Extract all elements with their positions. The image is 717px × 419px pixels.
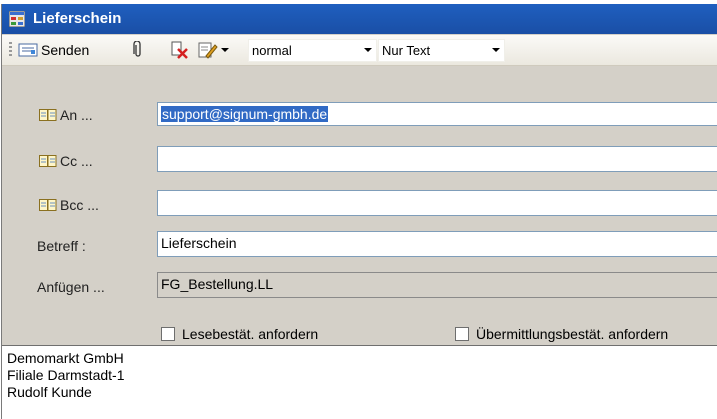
subject-label: Betreff : xyxy=(37,238,86,254)
body-line: Rudolf Kunde xyxy=(7,384,92,400)
window-title: Lieferschein xyxy=(33,10,122,27)
message-body[interactable]: Demomarkt GmbH Filiale Darmstadt-1 Rudol… xyxy=(2,345,717,419)
body-line: Filiale Darmstadt-1 xyxy=(7,367,125,383)
address-book-icon xyxy=(39,155,57,167)
chevron-down-icon xyxy=(221,48,229,52)
toolbar: Senden normal Nur Text xyxy=(2,35,717,66)
paperclip-icon xyxy=(133,41,141,57)
app-icon xyxy=(9,11,25,27)
delivery-receipt-checkbox[interactable]: Übermittlungsbestät. anfordern xyxy=(455,326,668,342)
format-value: normal xyxy=(252,43,292,58)
edit-dropdown-button[interactable] xyxy=(220,40,230,60)
toolbar-grip[interactable] xyxy=(9,42,12,58)
checkbox-box[interactable] xyxy=(161,327,175,341)
edit-button[interactable] xyxy=(198,40,218,60)
read-receipt-label: Lesebestät. anfordern xyxy=(182,326,319,342)
to-value: support@signum-gmbh.de xyxy=(161,106,329,122)
cc-button[interactable]: Cc ... xyxy=(39,153,93,169)
chevron-down-icon xyxy=(492,48,500,52)
bcc-field[interactable] xyxy=(157,190,717,216)
to-field[interactable]: support@signum-gmbh.de xyxy=(157,102,717,126)
chevron-down-icon xyxy=(364,48,372,52)
cc-field[interactable] xyxy=(157,146,717,172)
checkbox-box[interactable] xyxy=(455,327,469,341)
send-button[interactable]: Senden xyxy=(18,40,89,60)
read-receipt-checkbox[interactable]: Lesebestät. anfordern xyxy=(161,326,318,342)
mail-window: Lieferschein Senden normal Nur Text An .… xyxy=(1,4,717,419)
format-select[interactable]: normal xyxy=(248,39,377,62)
bcc-label: Bcc ... xyxy=(60,197,99,213)
pencil-icon xyxy=(198,42,218,59)
subject-field[interactable]: Lieferschein xyxy=(157,231,717,257)
bcc-button[interactable]: Bcc ... xyxy=(39,197,99,213)
mode-select[interactable]: Nur Text xyxy=(378,39,505,62)
address-book-icon xyxy=(39,109,57,121)
send-label: Senden xyxy=(41,42,90,58)
cc-label: Cc ... xyxy=(60,153,93,169)
attach-value: FG_Bestellung.LL xyxy=(161,276,274,292)
delivery-receipt-label: Übermittlungsbestät. anfordern xyxy=(476,326,669,342)
to-label: An ... xyxy=(60,107,93,123)
address-book-icon xyxy=(39,199,57,211)
attach-label: Anfügen ... xyxy=(37,279,105,295)
remove-attachment-button[interactable] xyxy=(170,40,190,60)
to-button[interactable]: An ... xyxy=(39,107,93,123)
attach-field: FG_Bestellung.LL xyxy=(157,272,717,298)
delete-icon xyxy=(171,41,188,59)
subject-value: Lieferschein xyxy=(161,235,237,251)
attach-button[interactable] xyxy=(133,40,143,60)
body-line: Demomarkt GmbH xyxy=(7,350,124,366)
send-mail-icon xyxy=(18,43,38,57)
mode-value: Nur Text xyxy=(382,43,431,58)
title-bar: Lieferschein xyxy=(2,4,717,34)
